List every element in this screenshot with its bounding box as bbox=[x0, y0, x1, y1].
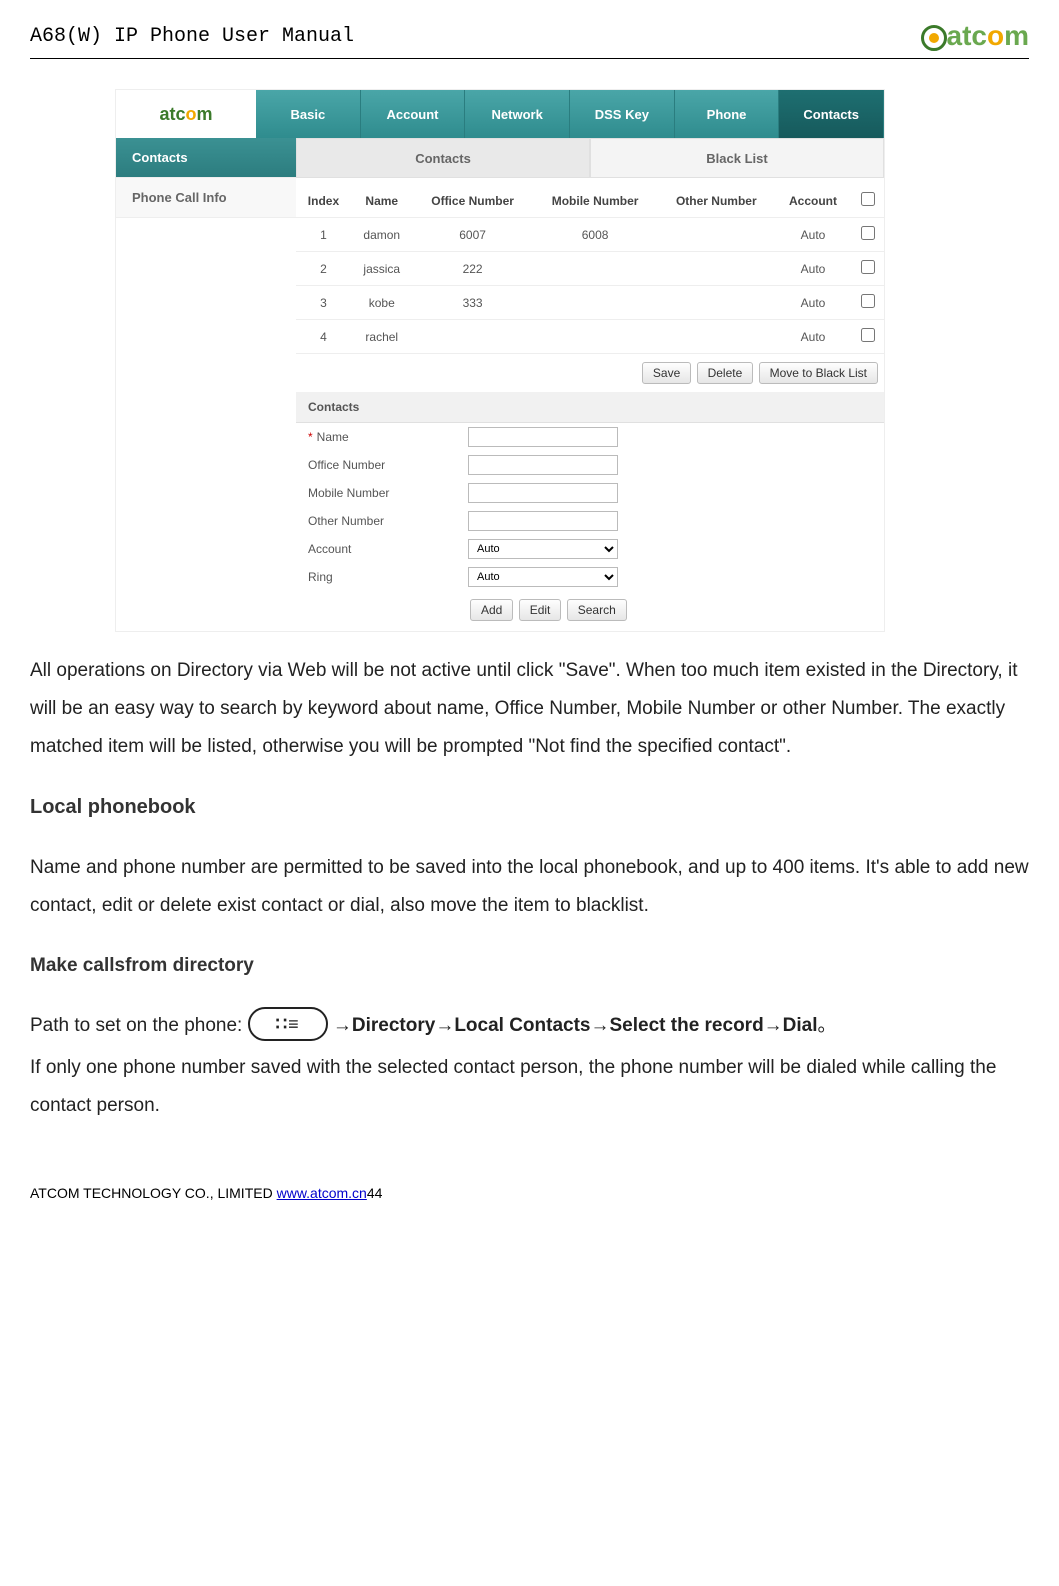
paragraph-2: Name and phone number are permitted to b… bbox=[30, 849, 1029, 925]
row-checkbox[interactable] bbox=[861, 226, 875, 240]
name-input[interactable] bbox=[468, 427, 618, 447]
footer-link[interactable]: www.atcom.cn bbox=[277, 1185, 367, 1201]
th-mobile: Mobile Number bbox=[533, 184, 658, 218]
heading-local-phonebook: Local phonebook bbox=[30, 796, 1029, 819]
office-input[interactable] bbox=[468, 455, 618, 475]
nav-tab-dsskey[interactable]: DSS Key bbox=[570, 90, 675, 138]
footer-company: ATCOM TECHNOLOGY CO., LIMITED bbox=[30, 1185, 277, 1201]
form-button-row: Add Edit Search bbox=[296, 591, 884, 631]
table-row: 3 kobe 333 Auto bbox=[296, 286, 884, 320]
ring-label: Ring bbox=[308, 570, 468, 584]
delete-button[interactable]: Delete bbox=[697, 362, 754, 384]
sidebar-item-phonecallinfo[interactable]: Phone Call Info bbox=[116, 178, 296, 218]
other-input[interactable] bbox=[468, 511, 618, 531]
footer-page: 44 bbox=[367, 1185, 383, 1201]
contacts-table: Index Name Office Number Mobile Number O… bbox=[296, 184, 884, 354]
account-select[interactable]: Auto bbox=[468, 539, 618, 559]
form-section-header: Contacts bbox=[296, 392, 884, 423]
table-button-row: Save Delete Move to Black List bbox=[296, 354, 884, 392]
row-checkbox[interactable] bbox=[861, 328, 875, 342]
add-button[interactable]: Add bbox=[470, 599, 513, 621]
page-header: A68(W) IP Phone User Manual atcom bbox=[30, 20, 1029, 59]
row-checkbox[interactable] bbox=[861, 260, 875, 274]
path-bold: →Directory→Local Contacts→Select the rec… bbox=[333, 1015, 818, 1036]
th-account: Account bbox=[775, 184, 851, 218]
ring-select[interactable]: Auto bbox=[468, 567, 618, 587]
th-name: Name bbox=[351, 184, 413, 218]
sidebar: Contacts Phone Call Info bbox=[116, 138, 296, 631]
path-line: Path to set on the phone: ∷≡ →Directory→… bbox=[30, 1007, 1029, 1045]
nav-tab-phone[interactable]: Phone bbox=[675, 90, 780, 138]
name-label: *Name bbox=[308, 430, 468, 444]
sidebar-item-contacts[interactable]: Contacts bbox=[116, 138, 296, 178]
move-blacklist-button[interactable]: Move to Black List bbox=[759, 362, 878, 384]
nav-tab-contacts[interactable]: Contacts bbox=[779, 90, 884, 138]
table-row: 1 damon 6007 6008 Auto bbox=[296, 218, 884, 252]
paragraph-3: If only one phone number saved with the … bbox=[30, 1049, 1029, 1125]
paragraph-1: All operations on Directory via Web will… bbox=[30, 652, 1029, 766]
table-row: 2 jassica 222 Auto bbox=[296, 252, 884, 286]
mobile-input[interactable] bbox=[468, 483, 618, 503]
doc-title: A68(W) IP Phone User Manual bbox=[30, 25, 354, 48]
path-intro: Path to set on the phone: bbox=[30, 1015, 248, 1036]
screenshot-brand-logo: atcom bbox=[116, 90, 256, 138]
select-all-checkbox[interactable] bbox=[861, 192, 875, 206]
top-nav-bar: atcom Basic Account Network DSS Key Phon… bbox=[116, 90, 884, 138]
embedded-screenshot: atcom Basic Account Network DSS Key Phon… bbox=[115, 89, 885, 632]
subtab-blacklist[interactable]: Black List bbox=[590, 138, 884, 178]
nav-tab-account[interactable]: Account bbox=[361, 90, 466, 138]
save-button[interactable]: Save bbox=[642, 362, 691, 384]
mobile-label: Mobile Number bbox=[308, 486, 468, 500]
th-other: Other Number bbox=[658, 184, 775, 218]
path-end: 。 bbox=[818, 1015, 837, 1036]
brand-logo-top: atcom bbox=[921, 20, 1030, 52]
nav-tab-network[interactable]: Network bbox=[465, 90, 570, 138]
page-footer: ATCOM TECHNOLOGY CO., LIMITED www.atcom.… bbox=[30, 1185, 1029, 1201]
th-office: Office Number bbox=[413, 184, 533, 218]
table-row: 4 rachel Auto bbox=[296, 320, 884, 354]
row-checkbox[interactable] bbox=[861, 294, 875, 308]
directory-key-icon: ∷≡ bbox=[248, 1007, 328, 1041]
search-button[interactable]: Search bbox=[567, 599, 627, 621]
th-check bbox=[851, 184, 884, 218]
edit-button[interactable]: Edit bbox=[519, 599, 562, 621]
other-label: Other Number bbox=[308, 514, 468, 528]
th-index: Index bbox=[296, 184, 351, 218]
nav-tab-basic[interactable]: Basic bbox=[256, 90, 361, 138]
subtab-contacts[interactable]: Contacts bbox=[296, 138, 590, 178]
main-pane: Contacts Black List Index Name Office Nu… bbox=[296, 138, 884, 631]
heading-make-calls: Make callsfrom directory bbox=[30, 955, 1029, 977]
logo-circle-icon bbox=[921, 25, 947, 51]
account-label: Account bbox=[308, 542, 468, 556]
office-label: Office Number bbox=[308, 458, 468, 472]
